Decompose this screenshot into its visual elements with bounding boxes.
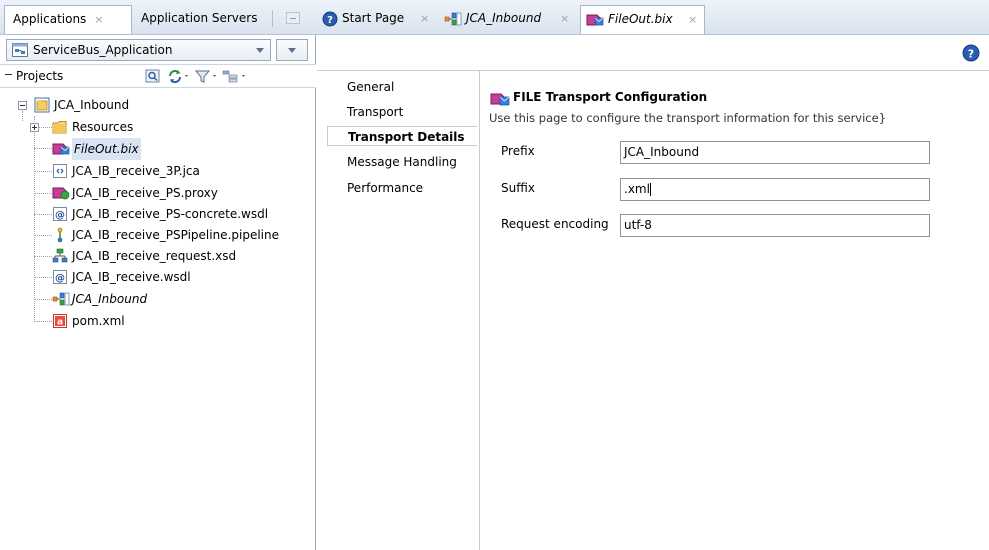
filter-icon[interactable]	[195, 69, 219, 84]
tree-item-label: pom.xml	[72, 314, 125, 328]
project-icon	[34, 97, 50, 113]
suffix-input[interactable]: .xml	[620, 178, 930, 201]
prefix-label: Prefix	[501, 144, 535, 158]
business-service-icon	[490, 93, 510, 106]
sync-icon[interactable]	[167, 69, 191, 84]
suffix-label: Suffix	[501, 181, 535, 195]
svg-text:@: @	[55, 210, 65, 221]
proxy-service-icon	[52, 187, 70, 200]
wsdl-icon: @	[53, 207, 67, 221]
projects-label: Projects	[16, 69, 64, 83]
tree-item-label: JCA_IB_receive_request.xsd	[72, 249, 237, 263]
tree-line	[34, 235, 52, 236]
close-icon[interactable]: ×	[94, 13, 103, 26]
nav-item-transport[interactable]: Transport	[347, 102, 403, 122]
svg-text:a: a	[57, 318, 63, 328]
tree-item-label: JCA_IB_receive_PS-concrete.wsdl	[72, 207, 269, 221]
wsdl-icon: @	[53, 270, 67, 284]
minimize-icon[interactable]	[286, 12, 300, 24]
help-circle-icon: ?	[322, 11, 338, 27]
config-nav-panel: General Transport Transport Details Mess…	[317, 71, 480, 550]
nav-item-general[interactable]: General	[347, 77, 394, 97]
navigator-tab-strip: Applications × Application Servers	[0, 0, 316, 35]
business-service-icon	[52, 143, 70, 155]
search-icon[interactable]	[145, 69, 161, 84]
tree-line	[34, 116, 35, 322]
tab-divider	[272, 10, 273, 27]
folder-icon	[52, 121, 67, 134]
composite-overview-icon	[444, 12, 462, 26]
svg-text:@: @	[55, 273, 65, 284]
tree-line	[34, 321, 52, 322]
tree-item-label: FileOut.bix	[72, 138, 141, 160]
application-select[interactable]: ServiceBus_Application	[6, 39, 271, 61]
business-service-icon	[586, 14, 604, 26]
pipeline-icon	[57, 227, 63, 243]
tree-line	[34, 256, 52, 257]
tab-applications-label: Applications	[13, 12, 87, 26]
tab-fileout-bix[interactable]: FileOut.bix ×	[580, 5, 705, 34]
tab-jca-inbound[interactable]: JCA_Inbound ×	[440, 5, 578, 34]
section-title: FILE Transport Configuration	[513, 90, 708, 104]
tab-application-servers[interactable]: Application Servers	[133, 5, 269, 34]
close-icon[interactable]: ×	[688, 6, 697, 33]
composite-overview-icon	[52, 292, 70, 306]
tree-item-label: Resources	[72, 120, 134, 134]
expand-toggle-icon[interactable]	[30, 123, 39, 132]
text-caret	[649, 183, 651, 196]
tree-line	[22, 111, 23, 121]
application-select-value: ServiceBus_Application	[33, 43, 173, 57]
tab-fileout-bix-label: FileOut.bix	[608, 12, 673, 26]
tree-project-label: JCA_Inbound	[54, 98, 130, 112]
tree-item-label: JCA_IB_receive_PSPipeline.pipeline	[72, 228, 279, 242]
help-icon[interactable]: ?	[962, 44, 980, 62]
application-icon	[12, 43, 28, 57]
jca-file-icon	[53, 164, 67, 178]
editor-tab-strip: ? Start Page × JCA_Inbound × FileOut.bix…	[316, 0, 989, 35]
suffix-value: .xml	[624, 182, 650, 196]
tree-item-label: JCA_Inbound	[72, 292, 148, 306]
collapse-toggle-icon[interactable]	[18, 101, 27, 110]
request-encoding-label: Request encoding	[501, 217, 609, 231]
tree-line	[34, 148, 52, 149]
prefix-input[interactable]: JCA_Inbound	[620, 141, 930, 164]
chevron-down-icon	[256, 48, 264, 53]
tab-applications[interactable]: Applications ×	[4, 5, 132, 34]
editor-toolbar	[317, 35, 989, 71]
request-encoding-value: utf-8	[624, 218, 652, 232]
maven-pom-icon: a	[53, 314, 67, 328]
section-description: Use this page to configure the transport…	[489, 111, 887, 125]
tree-line	[34, 214, 52, 215]
tab-jca-inbound-label: JCA_Inbound	[466, 11, 542, 25]
nav-item-transport-details[interactable]: Transport Details	[327, 126, 477, 146]
tab-start-page-label: Start Page	[342, 11, 405, 25]
nav-item-performance[interactable]: Performance	[347, 178, 423, 198]
prefix-value: JCA_Inbound	[624, 145, 700, 159]
projects-header[interactable]: Projects	[0, 64, 316, 88]
tree-item-label: JCA_IB_receive.wsdl	[72, 270, 191, 284]
tree-line	[34, 277, 52, 278]
tree-line	[34, 193, 52, 194]
application-menu-button[interactable]	[276, 39, 308, 61]
close-icon[interactable]: ×	[420, 5, 429, 32]
xsd-icon	[52, 248, 68, 263]
nav-item-message-handling[interactable]: Message Handling	[347, 152, 457, 172]
svg-text:?: ?	[968, 48, 974, 61]
tree-line	[34, 171, 52, 172]
tab-application-servers-label: Application Servers	[141, 11, 258, 25]
collapse-icon[interactable]	[5, 74, 12, 75]
close-icon[interactable]: ×	[560, 5, 569, 32]
request-encoding-input[interactable]: utf-8	[620, 214, 930, 237]
svg-text:?: ?	[327, 15, 333, 26]
tree-item-label: JCA_IB_receive_PS.proxy	[72, 186, 218, 200]
tab-start-page[interactable]: ? Start Page ×	[318, 5, 438, 34]
hierarchy-options-icon[interactable]	[222, 69, 248, 84]
tree-item-label: JCA_IB_receive_3P.jca	[72, 164, 200, 178]
tree-line	[34, 299, 52, 300]
